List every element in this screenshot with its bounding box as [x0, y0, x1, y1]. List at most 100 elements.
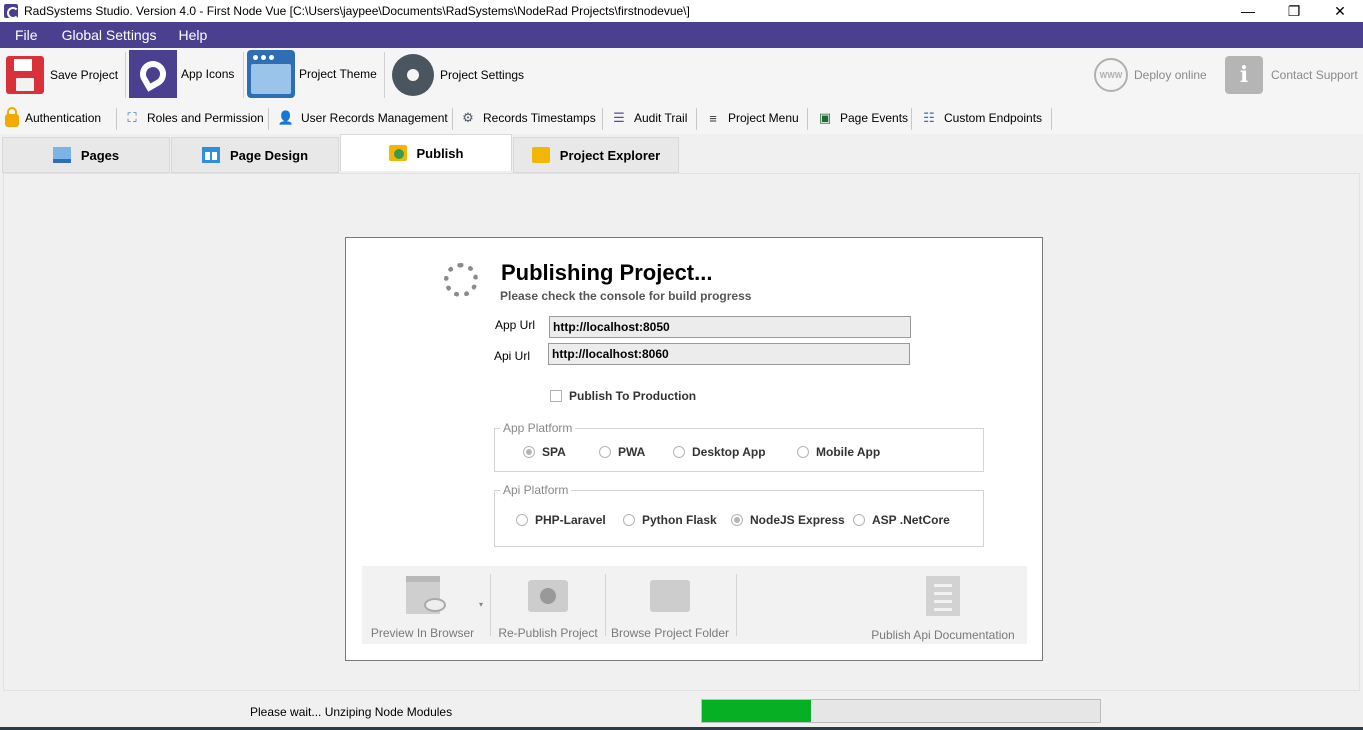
audit-trail-button[interactable]: ☰ Audit Trail — [610, 107, 687, 129]
publish-api-documentation-button[interactable]: Publish Api Documentation — [868, 566, 1018, 644]
tab-project-explorer-label: Project Explorer — [559, 147, 661, 163]
publish-subtitle: Please check the console for build progr… — [500, 289, 752, 303]
tab-strip: Pages Page Design Publish Project Explor… — [0, 134, 1363, 173]
api-platform-group: Api Platform PHP-Laravel Python Flask No… — [494, 483, 984, 547]
api-url-field[interactable]: http://localhost:8060 — [548, 343, 910, 365]
menu-bar: File Global Settings Help — [0, 22, 1363, 48]
app-url-field[interactable]: http://localhost:8050 — [549, 316, 911, 338]
radio-mobile-app[interactable]: Mobile App — [797, 445, 880, 459]
toolbar-divider — [1051, 108, 1052, 130]
custom-endpoints-button[interactable]: ☷ Custom Endpoints — [920, 107, 1042, 129]
toolbar-divider — [268, 108, 269, 130]
radio-python-flask[interactable]: Python Flask — [623, 513, 717, 527]
publish-panel: Publishing Project... Please check the c… — [345, 237, 1043, 661]
project-menu-button[interactable]: ≡ Project Menu — [704, 107, 799, 129]
contact-support-button[interactable]: i Contact Support — [1225, 52, 1358, 98]
progress-bar-fill — [702, 700, 812, 722]
list-icon: ☷ — [923, 110, 935, 125]
radio-spa[interactable]: SPA — [523, 445, 566, 459]
user-records-label: User Records Management — [301, 111, 448, 125]
custom-endpoints-label: Custom Endpoints — [944, 111, 1043, 125]
loading-spinner-icon — [444, 263, 478, 297]
toolbar-divider — [807, 108, 808, 130]
main-toolbar: Save Project App Icons Project Theme Pro… — [0, 48, 1363, 102]
menu-global-settings[interactable]: Global Settings — [54, 27, 165, 43]
toolbar-divider — [125, 52, 126, 98]
app-logo-icon — [4, 4, 19, 19]
project-menu-label: Project Menu — [728, 111, 799, 125]
monitor-pulse-icon: ▣ — [818, 110, 832, 125]
radio-dot — [516, 514, 528, 526]
api-url-label: Api Url — [494, 349, 531, 363]
radio-desktop-app[interactable]: Desktop App — [673, 445, 766, 459]
radio-desktop-app-label: Desktop App — [692, 445, 766, 459]
tab-pages[interactable]: Pages — [2, 137, 170, 173]
layout-icon — [201, 147, 220, 163]
radio-nodejs-express[interactable]: NodeJS Express — [731, 513, 845, 527]
preview-in-browser-label: Preview In Browser — [370, 626, 475, 640]
minimize-button[interactable]: — — [1225, 0, 1271, 22]
menu-help[interactable]: Help — [171, 27, 216, 43]
api-platform-legend: Api Platform — [500, 483, 572, 497]
hamburger-menu-icon: ≡ — [709, 110, 717, 126]
radio-dot — [731, 514, 743, 526]
folder-icon — [531, 147, 550, 163]
tab-pages-label: Pages — [80, 147, 120, 163]
records-timestamps-label: Records Timestamps — [483, 111, 596, 125]
app-icons-button[interactable]: App Icons — [129, 50, 234, 98]
publish-to-production-checkbox[interactable]: Publish To Production — [550, 389, 696, 403]
radio-python-flask-label: Python Flask — [642, 513, 717, 527]
lock-icon — [5, 107, 19, 127]
theme-window-icon — [247, 50, 295, 98]
audit-trail-label: Audit Trail — [634, 111, 688, 125]
contact-support-label: Contact Support — [1271, 68, 1358, 82]
deploy-online-button[interactable]: WWW Deploy online — [1094, 52, 1207, 98]
project-theme-button[interactable]: Project Theme — [247, 50, 377, 98]
preview-eye-icon — [405, 576, 446, 614]
records-timestamps-button[interactable]: ⚙ Records Timestamps — [459, 107, 596, 129]
radio-pwa[interactable]: PWA — [599, 445, 645, 459]
radio-dot — [623, 514, 635, 526]
gear-icon — [392, 54, 434, 96]
republish-project-button[interactable]: Re-Publish Project — [496, 566, 600, 644]
radio-asp-netcore-label: ASP .NetCore — [872, 513, 950, 527]
radio-php-laravel[interactable]: PHP-Laravel — [516, 513, 606, 527]
maximize-button[interactable]: ❐ — [1271, 0, 1317, 22]
roles-permission-button[interactable]: ⛶ Roles and Permission — [123, 107, 263, 129]
radio-spa-label: SPA — [542, 445, 566, 459]
toolbar-divider — [696, 108, 697, 130]
status-bar: Please wait... Unziping Node Modules — [0, 693, 1363, 730]
radio-dot — [797, 446, 809, 458]
authentication-label: Authentication — [25, 111, 102, 125]
republish-project-label: Re-Publish Project — [498, 626, 598, 640]
radio-asp-netcore[interactable]: ASP .NetCore — [853, 513, 950, 527]
checkbox-box — [550, 390, 562, 402]
actions-divider — [605, 574, 606, 636]
app-platform-group: App Platform SPA PWA Desktop App Mobile … — [494, 421, 984, 472]
save-icon — [6, 56, 44, 94]
user-records-button[interactable]: 👤 User Records Management — [277, 107, 448, 129]
page-events-label: Page Events — [840, 111, 909, 125]
tab-project-explorer[interactable]: Project Explorer — [513, 137, 679, 173]
radio-dot — [523, 446, 535, 458]
gear-clock-icon: ⚙ — [462, 110, 474, 125]
actions-divider — [490, 574, 491, 636]
project-settings-label: Project Settings — [440, 68, 525, 82]
chevron-down-icon[interactable]: ▾ — [479, 600, 483, 609]
radio-mobile-app-label: Mobile App — [816, 445, 881, 459]
page-events-button[interactable]: ▣ Page Events — [816, 107, 908, 129]
save-project-button[interactable]: Save Project — [6, 52, 118, 98]
toolbar-divider — [116, 108, 117, 130]
menu-file[interactable]: File — [7, 27, 46, 43]
user-icon: 👤 — [277, 110, 295, 125]
browse-project-folder-button[interactable]: Browse Project Folder — [610, 566, 730, 644]
authentication-button[interactable]: Authentication — [5, 107, 101, 129]
tab-page-design[interactable]: Page Design — [171, 137, 339, 173]
close-button[interactable]: ✕ — [1317, 0, 1363, 22]
tab-publish[interactable]: Publish — [340, 134, 512, 171]
project-settings-button[interactable]: Project Settings — [392, 52, 524, 98]
pages-icon — [52, 147, 71, 163]
preview-in-browser-button[interactable]: Preview In Browser — [370, 566, 475, 644]
window-title: RadSystems Studio. Version 4.0 - First N… — [24, 4, 690, 18]
toolbar-divider — [384, 52, 385, 98]
